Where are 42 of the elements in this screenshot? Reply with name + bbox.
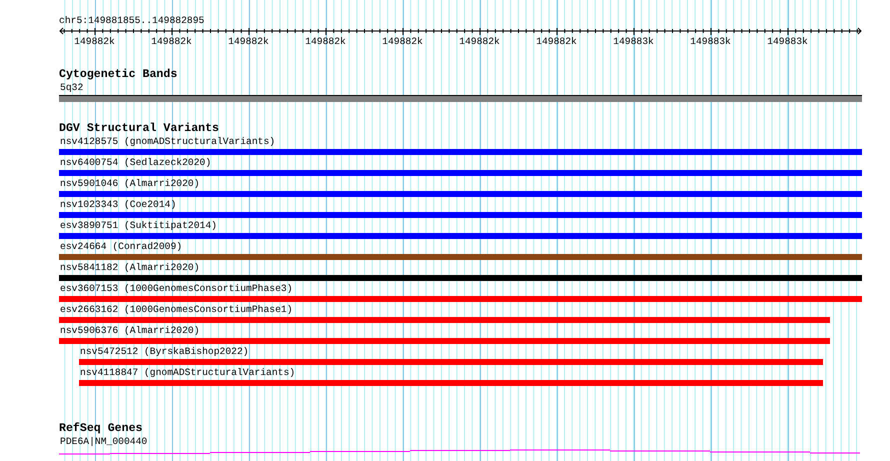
ruler-label: 149882k <box>304 36 347 47</box>
variant-bar[interactable] <box>59 296 862 302</box>
variant-bar[interactable] <box>59 170 862 176</box>
variant-bar[interactable] <box>59 275 862 281</box>
ruler-label: 149883k <box>689 36 732 47</box>
track-title: RefSeq Genes <box>59 423 142 435</box>
ruler-label: 149882k <box>458 36 501 47</box>
variant-bar[interactable] <box>59 212 862 218</box>
track-title: DGV Structural Variants <box>59 123 220 135</box>
ruler-label: 149882k <box>227 36 270 47</box>
variant-label: esv24664 (Conrad2009) <box>59 240 182 254</box>
ruler-label: 149883k <box>766 36 809 47</box>
variant-bar[interactable] <box>59 338 830 344</box>
track-title: Cytogenetic Bands <box>59 69 178 81</box>
variant-label: esv3890751 (Suktitipat2014) <box>59 219 217 233</box>
ruler-label: 149883k <box>612 36 655 47</box>
variant-label: nsv4128575 (gnomADStructuralVariants) <box>59 135 276 149</box>
variant-label: nsv4118847 (gnomADStructuralVariants) <box>79 366 296 380</box>
variant-label: nsv5841182 (Almarri2020) <box>59 261 200 275</box>
variant-bar[interactable] <box>59 233 862 239</box>
variant-label: nsv6400754 (Sedlazeck2020) <box>59 156 212 170</box>
ruler-label: 149882k <box>73 36 116 47</box>
gene-model-drawing[interactable] <box>59 450 860 454</box>
variant-label: nsv1023343 (Coe2014) <box>59 198 176 212</box>
variant-bar[interactable] <box>59 254 862 260</box>
cytoband-label: 5q32 <box>59 81 84 95</box>
location-label: chr5:149881855..149882895 <box>59 14 204 28</box>
variant-bar[interactable] <box>59 149 862 155</box>
variant-label: nsv5472512 (ByrskaBishop2022) <box>79 345 249 359</box>
variant-bar[interactable] <box>79 359 823 365</box>
variant-bar[interactable] <box>79 380 823 386</box>
variant-label: nsv5906376 (Almarri2020) <box>59 324 200 338</box>
gene-label: PDE6A|NM_000440 <box>59 435 148 449</box>
variant-label: nsv5901046 (Almarri2020) <box>59 177 200 191</box>
variant-bar[interactable] <box>59 317 830 323</box>
variant-label: esv2663162 (1000GenomesConsortiumPhase1) <box>59 303 293 317</box>
variant-bar[interactable] <box>59 191 862 197</box>
ruler-label: 149882k <box>535 36 578 47</box>
cytoband-bar[interactable] <box>59 95 862 102</box>
variant-label: esv3607153 (1000GenomesConsortiumPhase3) <box>59 282 293 296</box>
ruler-label: 149882k <box>150 36 193 47</box>
ruler-label: 149882k <box>381 36 424 47</box>
